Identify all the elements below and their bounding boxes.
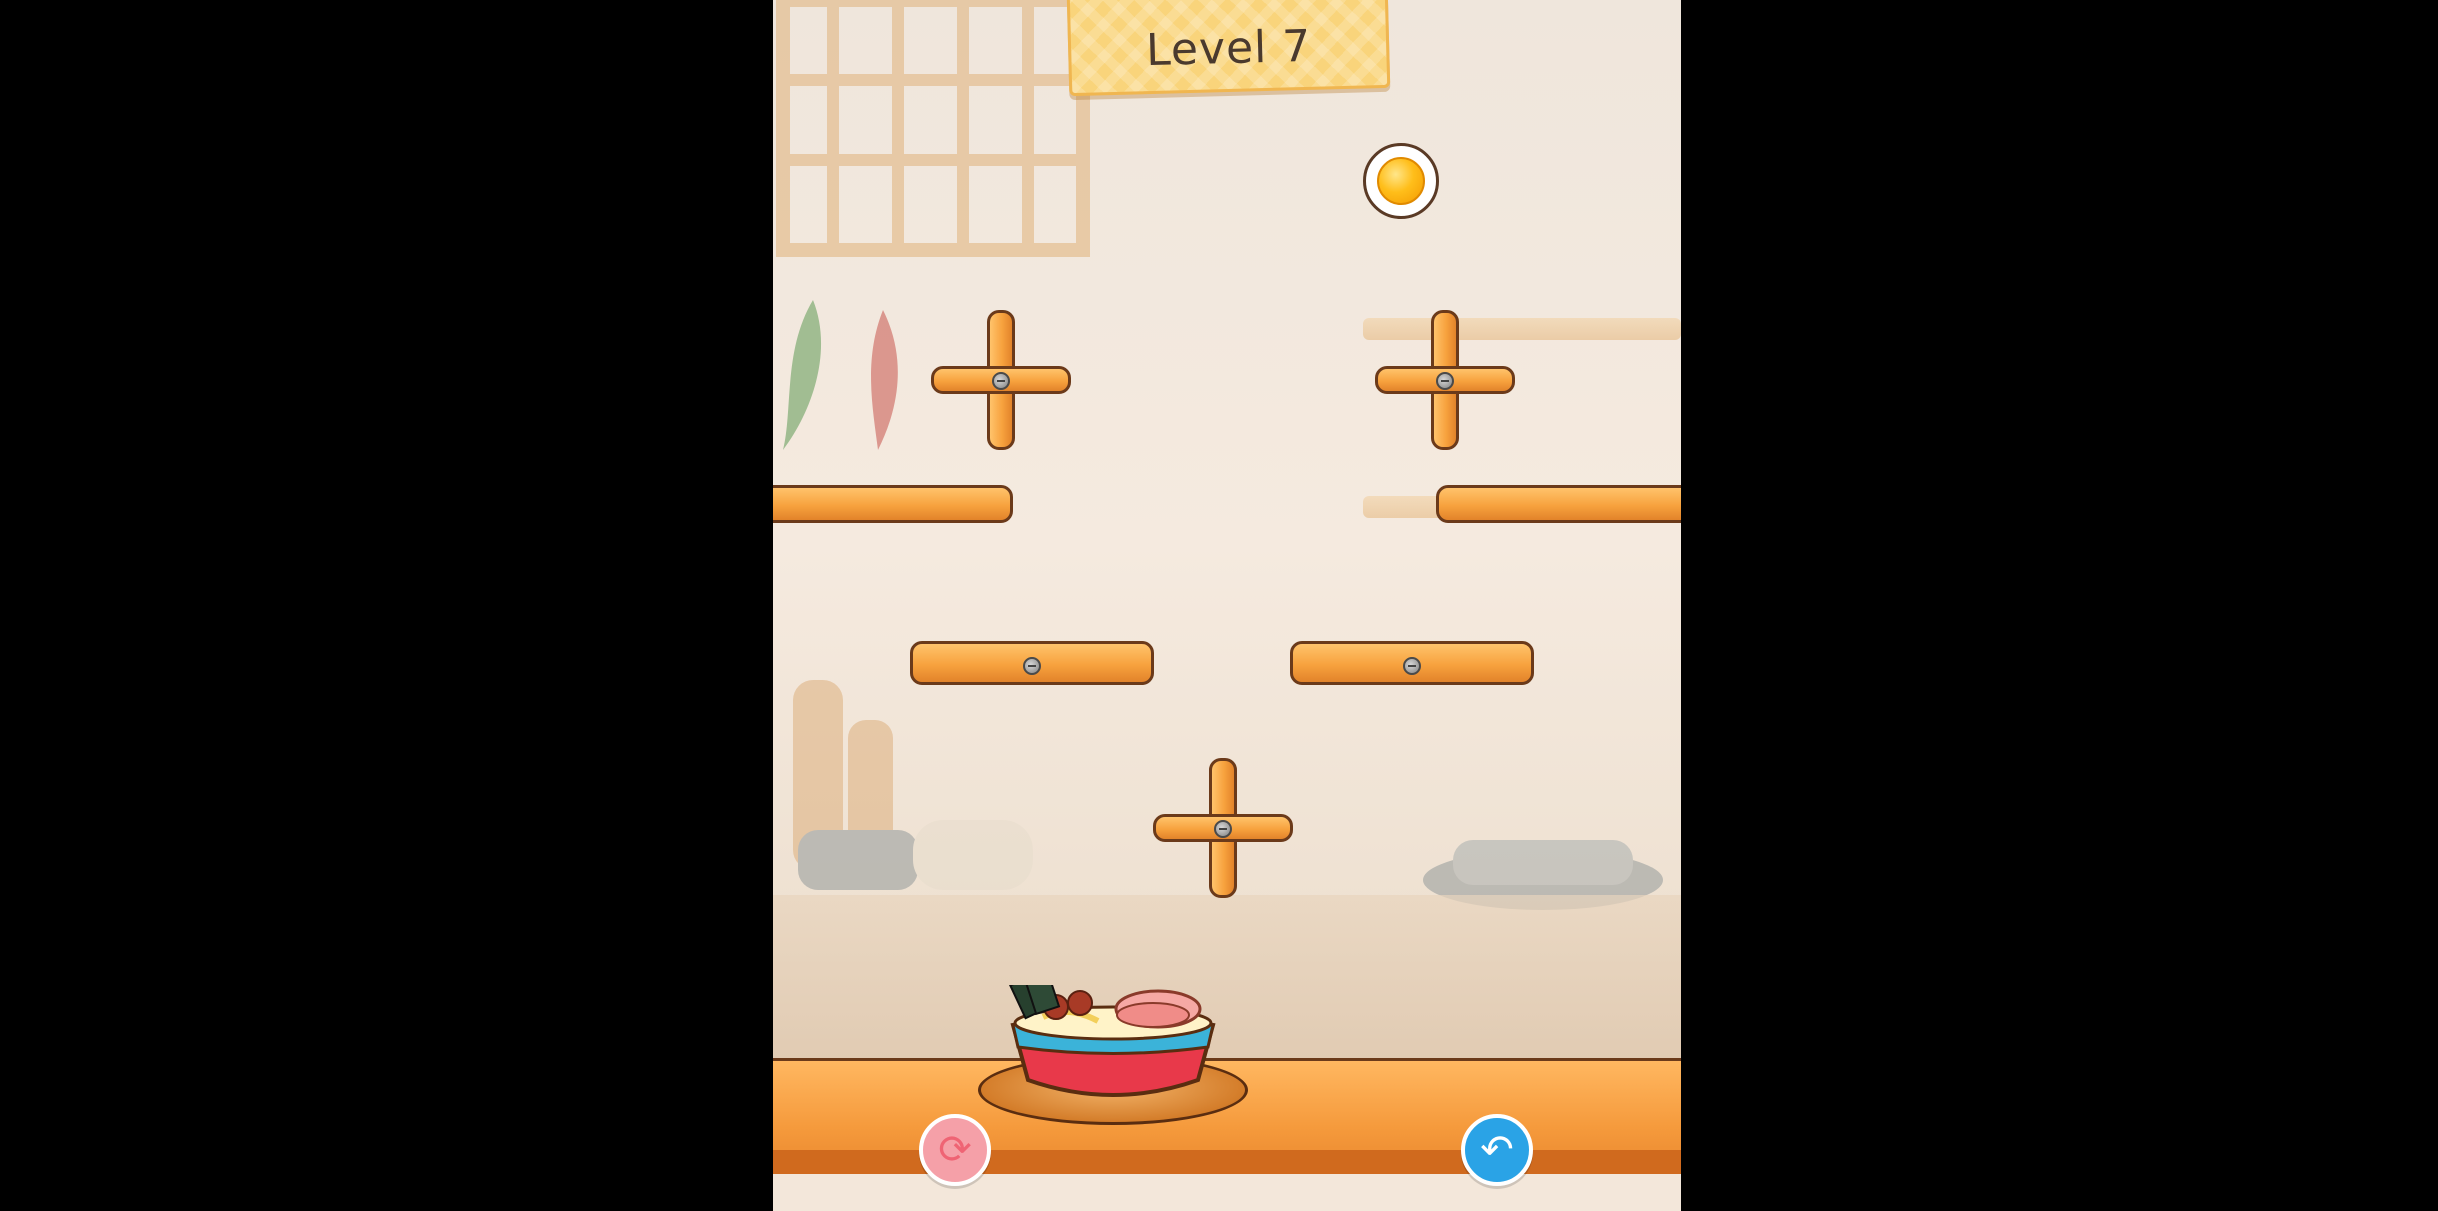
pivot-screw bbox=[1023, 657, 1041, 675]
pivot-screw bbox=[1214, 820, 1232, 838]
floor bbox=[773, 1174, 1681, 1211]
kitchen-window-background bbox=[776, 0, 1090, 257]
static-plank-right bbox=[1436, 485, 1681, 523]
egg-ball bbox=[1363, 143, 1439, 219]
hanging-herbs-background bbox=[783, 300, 898, 450]
game-stage: Level 7 ⟳ ↶ bbox=[773, 0, 1681, 1211]
static-plank-left bbox=[773, 485, 1013, 523]
pivot-screw bbox=[1436, 372, 1454, 390]
pivot-screw bbox=[992, 372, 1010, 390]
restart-button[interactable]: ⟳ bbox=[919, 1114, 991, 1186]
undo-icon: ↶ bbox=[1480, 1127, 1514, 1173]
pivot-screw bbox=[1403, 657, 1421, 675]
table-edge bbox=[773, 1150, 1681, 1174]
counter-background bbox=[773, 895, 1681, 1065]
undo-button[interactable]: ↶ bbox=[1461, 1114, 1533, 1186]
level-title: Level 7 bbox=[1145, 20, 1312, 76]
restart-icon: ⟳ bbox=[938, 1127, 972, 1173]
ramen-bowl-target bbox=[1009, 985, 1216, 1097]
egg-yolk bbox=[1377, 157, 1425, 205]
shelf-decor bbox=[1363, 318, 1681, 340]
utensils-background bbox=[793, 680, 1033, 890]
level-banner: Level 7 bbox=[1066, 0, 1391, 97]
